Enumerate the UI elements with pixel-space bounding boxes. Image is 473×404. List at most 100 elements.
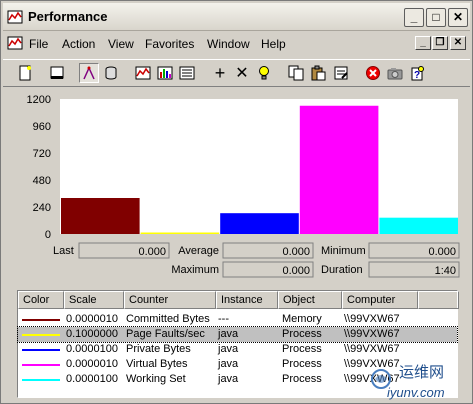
legend-cell-computer: \\99VXW67: [344, 313, 400, 325]
view-graph-button[interactable]: [133, 63, 153, 83]
legend-cell-instance: java: [218, 328, 239, 340]
legend-cell-scale: 0.1000000: [66, 328, 118, 340]
y-tick-label: 240: [33, 202, 51, 214]
legend-header: Color Scale Counter Instance Object Comp…: [18, 291, 459, 309]
stat-label-last: Last: [53, 245, 74, 257]
copy-properties-icon: [288, 65, 304, 81]
y-tick-label: 720: [33, 148, 51, 160]
legend-cell-scale: 0.0000010: [66, 358, 118, 370]
freeze-display-icon: [366, 66, 380, 80]
child-close-button[interactable]: ✕: [450, 36, 466, 50]
menu-view[interactable]: View: [108, 37, 134, 51]
properties-button[interactable]: [331, 63, 351, 83]
add-counter-button[interactable]: +: [210, 63, 230, 83]
child-restore-button[interactable]: ❐: [432, 36, 448, 50]
bar-working-set: [379, 217, 458, 234]
legend-row[interactable]: 0.0000100 Private Bytes java Process \\99VXW…: [18, 342, 457, 357]
stat-value-average: 0.000: [282, 246, 310, 258]
bar-page-faults-sec: [140, 232, 220, 234]
view-histogram-button[interactable]: [155, 63, 175, 83]
legend-cell-scale: 0.0000010: [66, 313, 118, 325]
legend-row[interactable]: 0.0000010 Committed Bytes --- Memory \\99VXW…: [18, 312, 457, 327]
legend-row[interactable]: 0.1000000 Page Faults/sec java Process \\99V…: [17, 326, 458, 343]
new-counter-set-button[interactable]: [15, 63, 35, 83]
y-tick-label: 0: [45, 229, 51, 241]
column-header-filler: [418, 291, 459, 309]
column-header-object[interactable]: Object: [278, 291, 342, 309]
legend-color-swatch: [22, 334, 60, 336]
delete-counter-button[interactable]: ✕: [232, 63, 252, 83]
watermark-text-domain: iyunv.com: [387, 385, 445, 400]
legend-cell-instance: java: [218, 343, 239, 355]
view-report-button[interactable]: [177, 63, 197, 83]
legend-color-swatch: [22, 319, 60, 321]
menu-window[interactable]: Window: [207, 37, 250, 51]
stat-value-duration: 1:40: [435, 265, 456, 277]
menu-action[interactable]: Action: [62, 37, 95, 51]
watermark-text-cn: 运维网: [399, 363, 445, 381]
y-tick-label: 480: [33, 175, 51, 187]
paste-counter-list-icon: [311, 65, 326, 81]
minimize-icon: _: [410, 10, 418, 24]
menu-help[interactable]: Help: [261, 37, 286, 51]
legend-cell-object: Process: [282, 358, 322, 370]
update-data-icon: [387, 68, 403, 80]
new-counter-set-icon: [19, 65, 31, 81]
stat-value-maximum: 0.000: [282, 265, 310, 277]
legend-cell-counter: Committed Bytes: [126, 313, 210, 325]
child-minimize-button[interactable]: _: [415, 36, 431, 50]
graph-panel: 1200 960 720 480 240 0 Last 0.000 Average 0.000 Mi…: [3, 89, 470, 285]
menu-file[interactable]: File: [29, 37, 48, 51]
highlight-icon: [259, 66, 269, 80]
legend-color-swatch: [22, 364, 60, 366]
paste-counter-list-button[interactable]: [308, 63, 328, 83]
menu-favorites[interactable]: Favorites: [145, 37, 194, 51]
column-header-color[interactable]: Color: [18, 291, 64, 309]
view-graph-icon: [135, 66, 151, 80]
column-header-computer[interactable]: Computer: [342, 291, 418, 309]
view-current-activity-button[interactable]: [79, 63, 99, 83]
close-icon: ✕: [452, 10, 464, 24]
column-header-counter[interactable]: Counter: [124, 291, 216, 309]
stat-label-maximum: Maximum: [171, 264, 219, 276]
window-title: Performance: [28, 9, 108, 24]
view-log-data-button[interactable]: [101, 63, 121, 83]
histogram-chart: 1200 960 720 480 240 0Last 0.000 Average 0.000 Mi…: [27, 94, 460, 278]
help-button[interactable]: ?: [407, 63, 427, 83]
update-data-button[interactable]: [385, 63, 405, 83]
legend-cell-counter: Virtual Bytes: [126, 358, 188, 370]
restore-icon: ❐: [435, 37, 445, 48]
legend-cell-instance: java: [218, 358, 239, 370]
legend-cell-object: Memory: [282, 313, 322, 325]
legend-cell-counter: Page Faults/sec: [126, 328, 205, 340]
view-histogram-icon: [157, 66, 173, 80]
maximize-button[interactable]: □: [426, 8, 446, 27]
close-button[interactable]: ✕: [448, 8, 468, 27]
help-icon: ?: [411, 66, 424, 81]
view-report-icon: [179, 66, 195, 80]
copy-properties-button[interactable]: [286, 63, 306, 83]
clear-display-icon: [50, 66, 64, 79]
legend-color-swatch: [22, 349, 60, 351]
legend-cell-computer: \\99VXW67: [344, 328, 400, 340]
legend-cell-object: Process: [282, 373, 322, 385]
freeze-display-button[interactable]: [363, 63, 383, 83]
legend-cell-instance: ---: [218, 313, 229, 325]
bar-committed-bytes: [61, 198, 140, 234]
title-bar[interactable]: Performance _ □ ✕: [3, 3, 470, 31]
stat-label-minimum: Minimum: [321, 245, 366, 257]
legend-cell-computer: \\99VXW67: [344, 343, 400, 355]
stat-value-last: 0.000: [138, 246, 166, 258]
minimize-button[interactable]: _: [404, 8, 424, 27]
column-header-scale[interactable]: Scale: [64, 291, 124, 309]
column-header-instance[interactable]: Instance: [216, 291, 278, 309]
stat-label-duration: Duration: [321, 264, 363, 276]
highlight-button[interactable]: [254, 63, 274, 83]
close-icon: ✕: [453, 37, 463, 48]
bar-virtual-bytes: [299, 105, 379, 234]
window-menu-icon[interactable]: [7, 35, 23, 51]
clear-display-button[interactable]: [47, 63, 67, 83]
view-log-data-icon: [105, 66, 117, 80]
performance-app-icon: [7, 10, 23, 24]
add-icon: +: [214, 62, 226, 83]
